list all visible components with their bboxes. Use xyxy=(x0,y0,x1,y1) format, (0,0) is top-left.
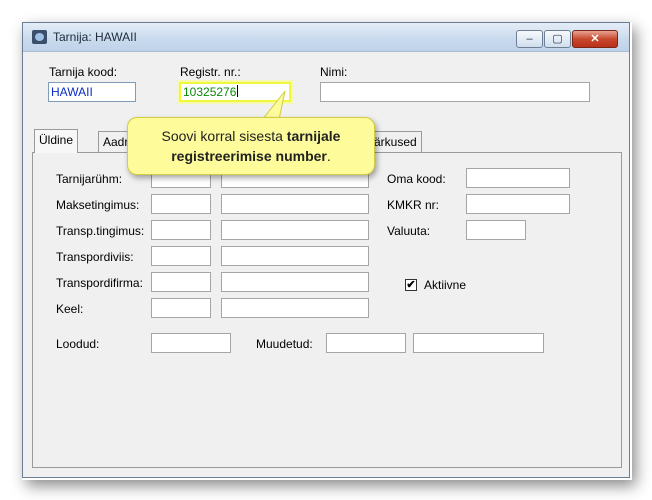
tab-remarks[interactable]: ärkused xyxy=(369,131,422,153)
supplier-code-field[interactable]: HAWAII xyxy=(48,82,136,102)
reg-nr-label: Registr. nr.: xyxy=(180,65,241,79)
supplier-code-label: Tarnija kood: xyxy=(49,65,118,79)
reg-nr-value: 10325276 xyxy=(183,85,237,99)
own-code-field[interactable] xyxy=(466,168,570,188)
currency-label: Valuuta: xyxy=(387,224,431,238)
help-callout: Soovi korral sisesta tarnijale registree… xyxy=(127,117,375,175)
language-name-field[interactable] xyxy=(221,298,369,318)
supplier-group-label: Tarnijarühm: xyxy=(56,172,123,186)
active-label: Aktiivne xyxy=(424,278,467,292)
payment-terms-code-field[interactable] xyxy=(151,194,211,214)
callout-text-bold-1: tarnijale xyxy=(286,128,341,144)
text-caret xyxy=(237,85,239,97)
transport-company-label: Transpordifirma: xyxy=(56,276,143,290)
language-label: Keel: xyxy=(56,302,84,316)
general-tab-panel: Tarnijarühm: Maksetingimus: Transp.tingi… xyxy=(32,152,622,468)
name-label: Nimi: xyxy=(320,65,348,79)
payment-terms-label: Maksetingimus: xyxy=(56,198,140,212)
callout-text-bold-2: registreerimise number xyxy=(171,148,327,164)
close-button[interactable]: ✕ xyxy=(572,30,618,48)
window-title: Tarnija: HAWAII xyxy=(53,30,137,44)
vat-nr-field[interactable] xyxy=(466,194,570,214)
modified-date-field[interactable] xyxy=(413,333,544,353)
currency-field[interactable] xyxy=(466,220,526,240)
transport-mode-code-field[interactable] xyxy=(151,246,211,266)
payment-terms-name-field[interactable] xyxy=(221,194,369,214)
transport-terms-code-field[interactable] xyxy=(151,220,211,240)
transport-mode-label: Transpordiviis: xyxy=(56,250,134,264)
transport-terms-label: Transp.tingimus: xyxy=(56,224,145,238)
active-checkbox[interactable]: ✔ xyxy=(405,279,417,291)
created-field[interactable] xyxy=(151,333,231,353)
callout-text-plain: Soovi korral sisesta xyxy=(161,128,287,144)
language-code-field[interactable] xyxy=(151,298,211,318)
minimize-button[interactable]: – xyxy=(516,30,543,48)
tab-general[interactable]: Üldine xyxy=(34,129,79,153)
modified-label: Muudetud: xyxy=(256,337,313,351)
title-bar[interactable]: Tarnija: HAWAII – ▢ ✕ xyxy=(23,23,629,52)
own-code-label: Oma kood: xyxy=(387,172,446,186)
app-icon xyxy=(32,30,47,44)
transport-mode-name-field[interactable] xyxy=(221,246,369,266)
supplier-window: Tarnija: HAWAII – ▢ ✕ Tarnija kood: HAWA… xyxy=(22,22,630,478)
name-field[interactable] xyxy=(320,82,590,102)
callout-text-end: . xyxy=(326,148,331,164)
transport-terms-name-field[interactable] xyxy=(221,220,369,240)
vat-nr-label: KMKR nr: xyxy=(387,198,440,212)
modified-by-field[interactable] xyxy=(326,333,406,353)
transport-company-code-field[interactable] xyxy=(151,272,211,292)
maximize-button[interactable]: ▢ xyxy=(544,30,571,48)
transport-company-name-field[interactable] xyxy=(221,272,369,292)
created-label: Loodud: xyxy=(56,337,100,351)
